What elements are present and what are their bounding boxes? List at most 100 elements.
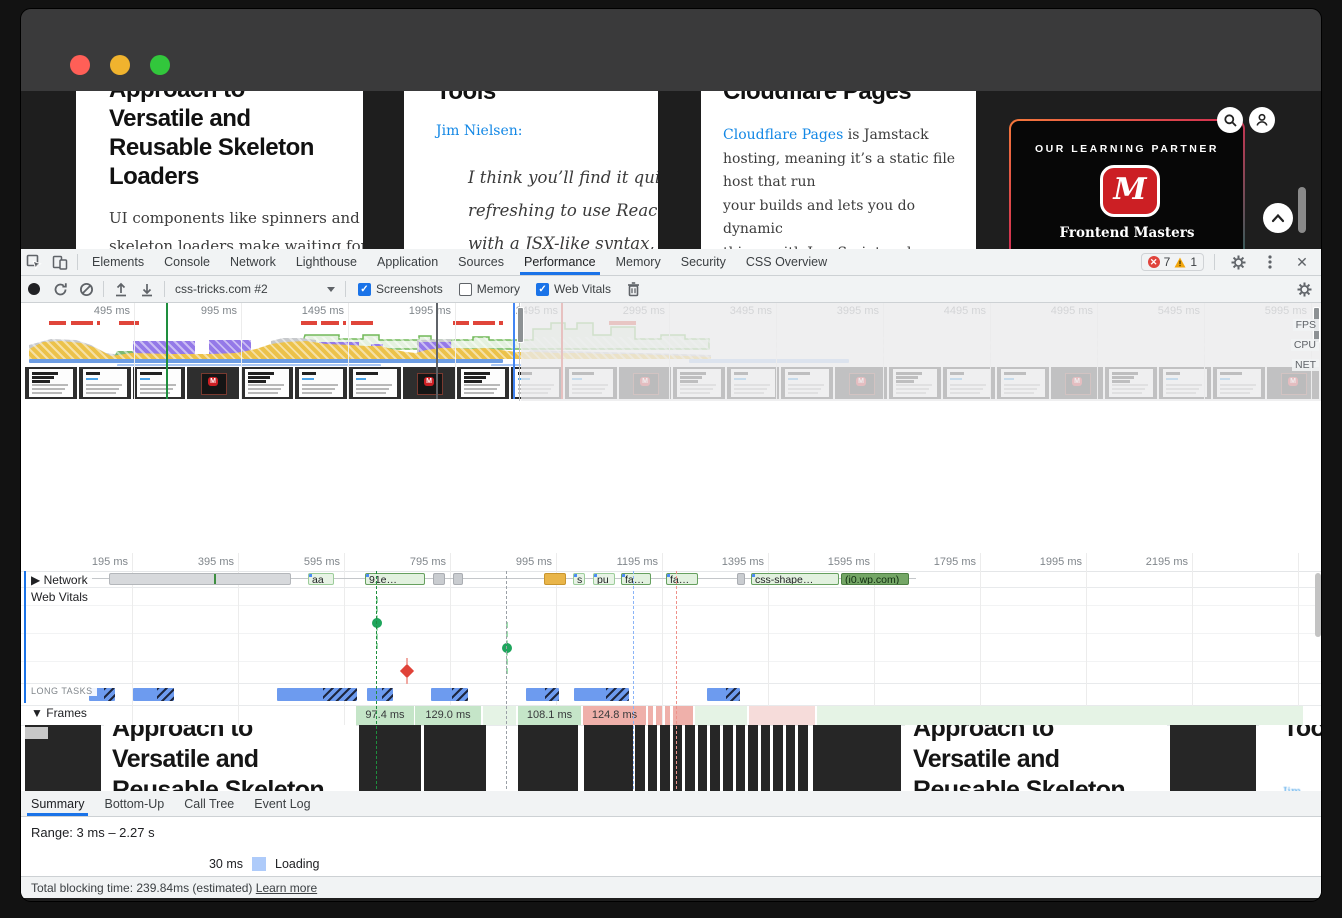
reload-and-record-button[interactable] <box>47 276 73 302</box>
filmstrip-thumbnail[interactable]: M <box>403 367 455 399</box>
device-toolbar-button[interactable] <box>47 249 73 275</box>
checkbox-memory[interactable]: Memory <box>459 282 520 296</box>
long-task-bar[interactable] <box>367 688 393 701</box>
frame-duration-segment[interactable] <box>665 706 670 725</box>
screencast-frame[interactable] <box>1170 725 1256 791</box>
tab-network[interactable]: Network <box>220 249 286 275</box>
issues-badge[interactable]: ✕ 7 1 <box>1141 253 1204 271</box>
frame-duration-segment[interactable] <box>656 706 662 725</box>
history-select[interactable]: css-tricks.com #2 <box>169 282 341 296</box>
screencast-frame[interactable] <box>723 725 733 791</box>
long-task-bar[interactable] <box>431 688 468 701</box>
drawer-tab-bottom-up[interactable]: Bottom-Up <box>94 791 174 816</box>
long-task-bar[interactable] <box>574 688 629 701</box>
network-request-bar[interactable]: s <box>573 573 585 585</box>
screencast-frame[interactable] <box>685 725 695 791</box>
screencast-frame[interactable] <box>813 725 901 791</box>
tab-performance[interactable]: Performance <box>514 249 606 275</box>
learning-partner-card[interactable]: OUR LEARNING PARTNER M Frontend Masters <box>1009 119 1245 249</box>
overview-window-handle[interactable] <box>517 307 524 343</box>
screencast-frame[interactable] <box>710 725 720 791</box>
tab-security[interactable]: Security <box>671 249 736 275</box>
close-window-button[interactable] <box>70 55 90 75</box>
network-request-bar[interactable]: fa… <box>621 573 651 585</box>
tab-css-overview[interactable]: CSS Overview <box>736 249 837 275</box>
filmstrip-thumbnail[interactable] <box>349 367 401 399</box>
frame-duration-segment[interactable]: 124.8 ms <box>583 706 646 725</box>
screencast-frame[interactable] <box>748 725 758 791</box>
screencast-frame[interactable] <box>736 725 746 791</box>
long-task-bar[interactable] <box>133 688 174 701</box>
network-request-bar[interactable] <box>109 573 291 585</box>
web-vital-good-marker[interactable] <box>502 643 512 653</box>
drawer-tab-event-log[interactable]: Event Log <box>244 791 320 816</box>
screencast-frame[interactable] <box>761 725 771 791</box>
screencast-frame[interactable] <box>584 725 633 791</box>
filmstrip-thumbnail[interactable] <box>241 367 293 399</box>
screencast-frame[interactable] <box>359 725 421 791</box>
frame-duration-segment[interactable] <box>483 706 516 725</box>
tab-sources[interactable]: Sources <box>448 249 514 275</box>
screencast-frame[interactable] <box>648 725 658 791</box>
article-heading[interactable]: Tools <box>436 91 496 106</box>
network-request-bar[interactable] <box>544 573 566 585</box>
article-heading[interactable]: Cloudflare Pages <box>723 91 911 106</box>
network-request-bar[interactable]: aa <box>308 573 334 585</box>
frames-track-toggle[interactable]: ▼ Frames <box>27 706 91 720</box>
tab-console[interactable]: Console <box>154 249 220 275</box>
network-request-bar[interactable]: fa… <box>666 573 698 585</box>
web-vitals-track-label[interactable]: Web Vitals <box>27 590 92 604</box>
screencast-frame[interactable] <box>518 725 578 791</box>
learn-more-link[interactable]: Learn more <box>256 881 317 895</box>
network-track-toggle[interactable]: ▶ Network <box>27 573 92 587</box>
screencast-frame[interactable]: Approach toVersatile andReusable Skeleto… <box>104 725 356 791</box>
checkbox-screenshots[interactable]: ✓Screenshots <box>358 282 443 296</box>
inspect-element-button[interactable] <box>21 249 47 275</box>
network-request-bar[interactable]: (i0.wp.com) <box>841 573 909 585</box>
web-vital-poor-marker[interactable] <box>400 664 414 678</box>
screencast-frame[interactable]: ToolsJim Nielsen:I thinkrefreshwith a <box>1259 725 1322 791</box>
screencast-frame[interactable] <box>798 725 808 791</box>
window-titlebar[interactable] <box>21 9 1321 92</box>
network-request-bar[interactable] <box>433 573 445 585</box>
tab-application[interactable]: Application <box>367 249 448 275</box>
checkbox-web-vitals[interactable]: ✓Web Vitals <box>536 282 611 296</box>
article-byline-link[interactable]: Jim Nielsen: <box>436 123 523 139</box>
web-vital-good-marker[interactable] <box>372 618 382 628</box>
timeline-overview[interactable]: 495 ms995 ms1495 ms1995 ms2495 ms2995 ms… <box>21 303 1322 402</box>
devtools-scrollbar-thumb[interactable] <box>1315 573 1321 637</box>
filmstrip-thumbnail[interactable] <box>457 367 509 399</box>
zoom-window-button[interactable] <box>150 55 170 75</box>
tab-elements[interactable]: Elements <box>82 249 154 275</box>
close-devtools-button[interactable]: ✕ <box>1289 254 1315 271</box>
settings-button[interactable] <box>1225 255 1251 270</box>
network-request-bar[interactable]: 91e… <box>365 573 425 585</box>
long-task-bar[interactable] <box>707 688 740 701</box>
tab-lighthouse[interactable]: Lighthouse <box>286 249 367 275</box>
record-button[interactable] <box>21 276 47 302</box>
load-profile-button[interactable] <box>108 276 134 302</box>
frame-duration-segment[interactable] <box>817 706 1303 725</box>
network-request-bar[interactable] <box>737 573 745 585</box>
frame-duration-segment[interactable]: 108.1 ms <box>518 706 581 725</box>
screencast-frame[interactable] <box>635 725 645 791</box>
screencast-frame[interactable] <box>773 725 783 791</box>
screencast-frame[interactable] <box>673 725 683 791</box>
network-request-bar[interactable]: css-shape… <box>751 573 839 585</box>
save-profile-button[interactable] <box>134 276 160 302</box>
screencast-frame[interactable] <box>25 725 101 791</box>
search-button[interactable] <box>1217 107 1243 133</box>
network-request-bar[interactable]: pu <box>593 573 615 585</box>
cloudflare-pages-link[interactable]: Cloudflare Pages <box>723 127 843 143</box>
delete-recording-button[interactable] <box>621 276 647 302</box>
tab-memory[interactable]: Memory <box>606 249 671 275</box>
more-options-button[interactable] <box>1257 255 1283 269</box>
account-button[interactable] <box>1249 107 1275 133</box>
drawer-tab-call-tree[interactable]: Call Tree <box>174 791 244 816</box>
scroll-to-top-button[interactable] <box>1263 203 1293 233</box>
frame-duration-segment[interactable] <box>648 706 653 725</box>
long-task-bar[interactable] <box>277 688 357 701</box>
frame-duration-segment[interactable] <box>749 706 815 725</box>
screencast-frame[interactable] <box>698 725 708 791</box>
minimize-window-button[interactable] <box>110 55 130 75</box>
